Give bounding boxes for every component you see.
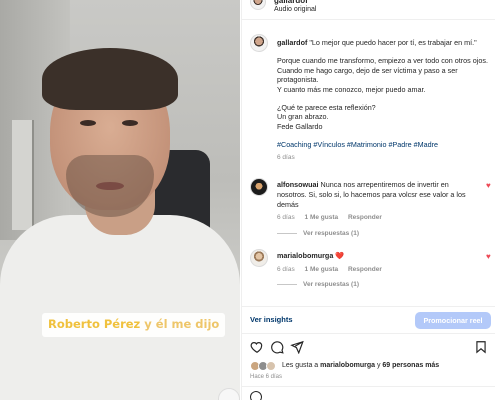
comment-text-block: marialobomurga ❤️ 6 días 1 Me gusta Resp…	[277, 251, 477, 275]
heart-icon[interactable]: ♥	[486, 182, 494, 190]
caption-first-line: "Lo mejor que puedo hacer por tí, es tra…	[309, 38, 477, 47]
likes-prefix: Les gusta a	[282, 362, 321, 369]
video-caption-highlight: Roberto Pérez	[48, 317, 141, 331]
insights-bar: Ver insights Promocionar reel	[242, 306, 495, 334]
view-replies[interactable]: Ver respuestas (1)	[277, 230, 359, 237]
comment-likes[interactable]: 1 Me gusta	[305, 214, 339, 221]
save-icon[interactable]	[474, 340, 488, 354]
emoji-icon[interactable]	[250, 391, 262, 400]
action-bar	[242, 338, 495, 358]
audio-link[interactable]: Audio original	[274, 6, 316, 13]
video-person-shirt	[0, 215, 240, 400]
posted-ago: Hace 6 días	[250, 374, 283, 380]
likes-summary[interactable]: Les gusta a marialobomurga y 69 personas…	[250, 361, 495, 373]
liker-avatar	[266, 361, 276, 371]
author-avatar[interactable]	[250, 0, 266, 10]
author-username[interactable]: gallardof	[274, 0, 308, 5]
video-background-frame	[12, 120, 34, 230]
add-comment-bar[interactable]	[242, 386, 495, 400]
comment-time: 6 días	[277, 265, 295, 273]
likes-count[interactable]: 69 personas más	[382, 362, 439, 369]
video-person-hair	[42, 48, 178, 110]
video-person-eye-right	[122, 120, 138, 126]
video-person-mouth	[96, 182, 124, 190]
post-header: gallardof Audio original	[242, 0, 495, 20]
caption-username[interactable]: gallardof	[277, 38, 307, 47]
promote-reel-button[interactable]: Promocionar reel	[415, 312, 491, 329]
likes-text: Les gusta a marialobomurga y 69 personas…	[282, 362, 439, 369]
caption-body: gallardof "Lo mejor que puedo hacer por …	[277, 38, 491, 162]
caption-paragraph: ¿Qué te parece esta reflexión?	[277, 103, 376, 113]
comment-text: ❤️	[335, 251, 345, 260]
comment-text-block: alfonsowuai Nunca nos arrepentiremos de …	[277, 180, 477, 223]
caption-hashtags[interactable]: #Coaching #Vínculos #Matrimonio #Padre #…	[277, 140, 491, 149]
comment-likes[interactable]: 1 Me gusta	[305, 266, 339, 273]
commenter-username[interactable]: marialobomurga	[277, 251, 333, 260]
caption-paragraph: Porque cuando me transformo, empiezo a v…	[277, 56, 488, 66]
video-caption-rest: y él me dijo	[140, 317, 220, 331]
commenter-avatar[interactable]	[250, 249, 268, 267]
caption-paragraph: Y cuanto más me conozco, mejor puedo ama…	[277, 84, 426, 94]
caption-paragraph: Un gran abrazo.	[277, 112, 329, 122]
comment-time: 6 días	[277, 214, 295, 222]
caption-paragraph: Fede Gallardo	[277, 121, 323, 131]
caption-time: 6 días	[277, 153, 295, 161]
heart-icon[interactable]: ♥	[486, 253, 494, 261]
caption-author-avatar[interactable]	[250, 34, 268, 52]
caption-paragraph: Cuando me hago cargo, dejo de ser víctim…	[277, 65, 458, 85]
view-replies-label: Ver respuestas (1)	[303, 281, 360, 288]
share-icon[interactable]	[290, 340, 304, 354]
post-panel: gallardof Audio original gallardof "Lo m…	[241, 0, 495, 400]
view-insights-link[interactable]: Ver insights	[250, 315, 293, 324]
view-replies-label: Ver respuestas (1)	[303, 230, 360, 237]
reel-video[interactable]: Roberto Pérez y él me dijo	[0, 0, 240, 400]
video-caption: Roberto Pérez y él me dijo	[42, 313, 226, 337]
comment-meta: 6 días 1 Me gusta Responder	[277, 265, 477, 275]
commenter-username[interactable]: alfonsowuai	[277, 180, 319, 189]
commenter-avatar[interactable]	[250, 178, 268, 196]
comments-scroll[interactable]: gallardof "Lo mejor que puedo hacer por …	[242, 28, 495, 304]
likes-user[interactable]: marialobomurga	[320, 362, 375, 369]
comment-icon[interactable]	[270, 340, 284, 354]
reply-button[interactable]: Responder	[348, 214, 382, 221]
video-person-eye-left	[80, 120, 96, 126]
heart-icon[interactable]	[250, 340, 264, 354]
view-replies[interactable]: Ver respuestas (1)	[277, 281, 359, 288]
reply-button[interactable]: Responder	[348, 266, 382, 273]
comment-meta: 6 días 1 Me gusta Responder	[277, 213, 477, 223]
